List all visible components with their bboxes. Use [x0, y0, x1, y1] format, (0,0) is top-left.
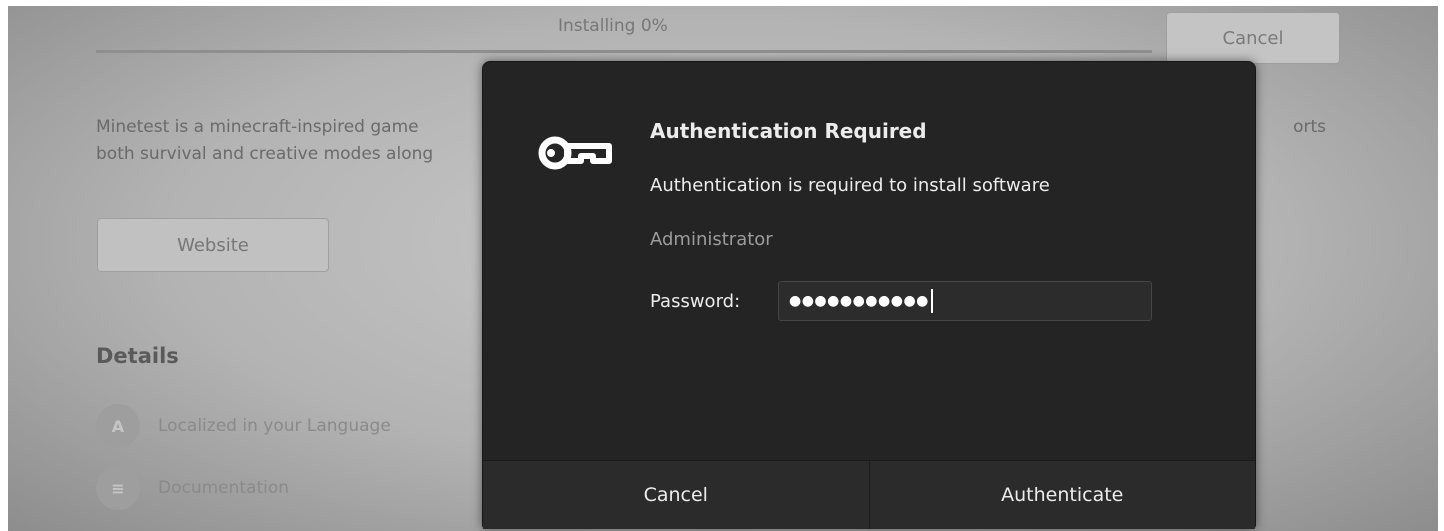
password-field[interactable]: ●●●●●●●●●●●	[778, 281, 1152, 321]
dialog-title: Authentication Required	[650, 119, 927, 143]
detail-item-label: Documentation	[158, 478, 290, 498]
key-icon	[538, 136, 612, 170]
detail-item-localized: A Localized in your Language	[96, 404, 391, 448]
detail-item-documentation: ≡ Documentation	[96, 466, 289, 510]
dialog-button-bar: Cancel Authenticate	[483, 460, 1255, 529]
website-button[interactable]: Website	[97, 218, 329, 272]
authentication-dialog: Authentication Required Authentication i…	[482, 61, 1256, 529]
cancel-button[interactable]: Cancel	[483, 461, 869, 529]
dialog-message: Authentication is required to install so…	[650, 175, 1050, 196]
detail-item-label: Localized in your Language	[158, 416, 391, 436]
authenticate-button[interactable]: Authenticate	[868, 461, 1256, 529]
install-progress-label: Installing 0%	[558, 16, 668, 36]
dialog-user: Administrator	[650, 229, 773, 250]
language-icon: A	[96, 404, 140, 448]
app-description-line1: Minetest is a minecraft-inspired game	[96, 117, 419, 137]
text-caret	[930, 289, 933, 313]
documentation-icon: ≡	[96, 466, 140, 510]
password-label: Password:	[650, 291, 741, 312]
install-cancel-button[interactable]: Cancel	[1166, 12, 1340, 64]
app-description-line1-tail: orts	[1293, 117, 1326, 137]
password-value: ●●●●●●●●●●●	[789, 293, 929, 309]
details-heading: Details	[96, 344, 179, 368]
install-progress-bar	[96, 50, 1152, 53]
